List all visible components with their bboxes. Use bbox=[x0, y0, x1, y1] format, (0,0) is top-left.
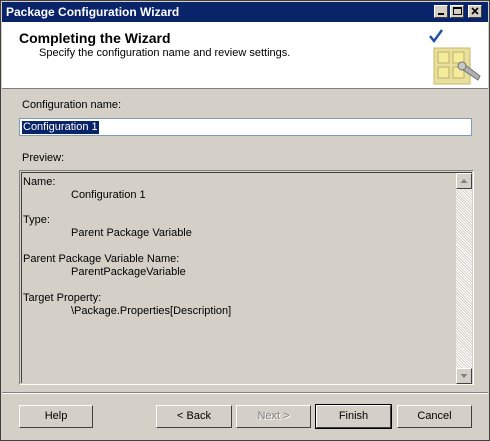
minimize-icon bbox=[438, 13, 444, 15]
preview-name-value: Configuration 1 bbox=[71, 189, 146, 201]
maximize-button[interactable] bbox=[450, 5, 464, 18]
config-name-value: Configuration 1 bbox=[22, 121, 99, 134]
page-title: Completing the Wizard bbox=[19, 30, 171, 46]
window-title: Package Configuration Wizard bbox=[6, 5, 180, 19]
scroll-down-arrow-icon bbox=[460, 374, 468, 378]
preview-name-label: Name: bbox=[23, 176, 56, 188]
preview-content: Name: Configuration 1 Type: Parent Packa… bbox=[21, 172, 472, 384]
preview-type-value: Parent Package Variable bbox=[71, 227, 192, 239]
config-name-label: Configuration name: bbox=[22, 99, 122, 111]
finish-button[interactable]: Finish bbox=[315, 404, 392, 429]
wizard-header: Completing the Wizard Specify the config… bbox=[2, 22, 488, 89]
scroll-up-button[interactable] bbox=[456, 173, 472, 189]
minimize-button[interactable] bbox=[434, 5, 448, 18]
cancel-button[interactable]: Cancel bbox=[397, 405, 472, 428]
preview-label: Preview: bbox=[22, 152, 65, 164]
wizard-checkmark-icon bbox=[429, 29, 481, 85]
preview-target-label: Target Property: bbox=[23, 292, 102, 304]
preview-scrollbar[interactable] bbox=[456, 173, 472, 384]
close-button[interactable] bbox=[468, 5, 482, 18]
page-subtitle: Specify the configuration name and revie… bbox=[39, 47, 291, 59]
footer-divider bbox=[2, 392, 488, 394]
back-button[interactable]: < Back bbox=[156, 405, 232, 428]
preview-ppv-label: Parent Package Variable Name: bbox=[23, 253, 180, 265]
preview-type-label: Type: bbox=[23, 214, 50, 226]
wizard-window: Package Configuration Wizard Completing … bbox=[0, 0, 490, 441]
maximize-icon bbox=[453, 7, 462, 15]
preview-ppv-value: ParentPackageVariable bbox=[71, 266, 186, 278]
preview-target-value: \Package.Properties[Description] bbox=[71, 305, 232, 317]
close-icon bbox=[471, 7, 479, 15]
next-button[interactable]: Next > bbox=[236, 405, 311, 428]
preview-area[interactable]: Name: Configuration 1 Type: Parent Packa… bbox=[19, 170, 474, 385]
scroll-down-button[interactable] bbox=[456, 368, 472, 384]
config-name-field[interactable]: Configuration 1 bbox=[19, 118, 472, 136]
title-bar[interactable]: Package Configuration Wizard bbox=[2, 2, 488, 22]
help-button[interactable]: Help bbox=[19, 405, 93, 428]
scroll-up-arrow-icon bbox=[460, 179, 468, 183]
